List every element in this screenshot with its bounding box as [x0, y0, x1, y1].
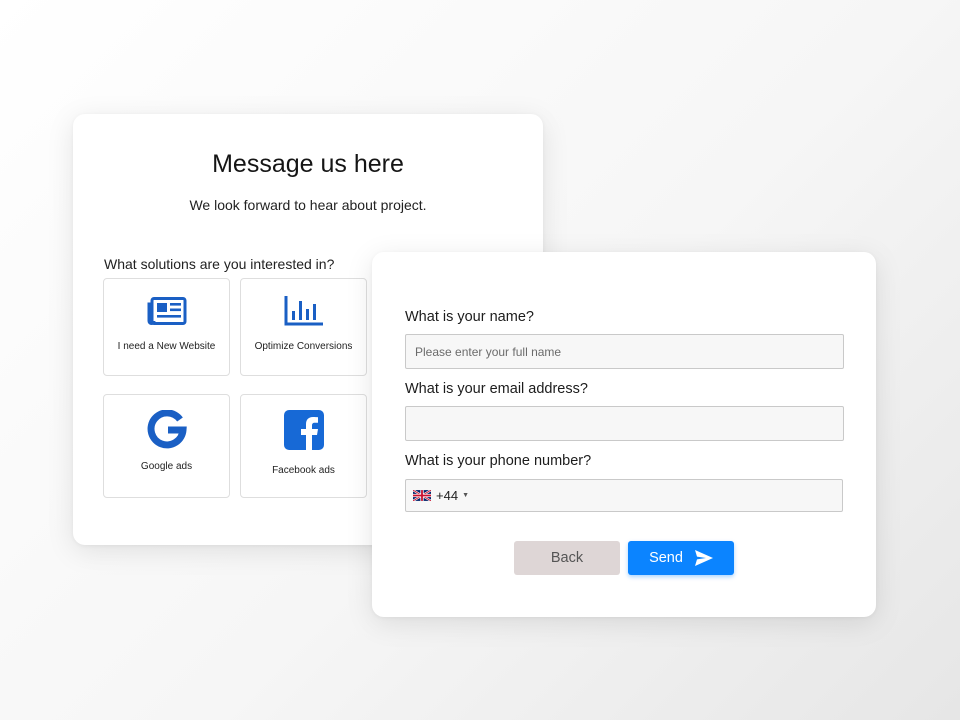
name-label: What is your name? [405, 309, 534, 325]
phone-field: +44 ▼ [405, 479, 843, 512]
phone-label: What is your phone number? [405, 453, 592, 469]
page-title: Message us here [212, 150, 404, 178]
phone-input[interactable] [469, 480, 842, 511]
send-button[interactable]: Send [628, 541, 734, 575]
solutions-question: What solutions are you interested in? [104, 256, 335, 272]
google-icon [147, 409, 187, 451]
caret-down-icon: ▼ [462, 492, 469, 499]
back-button[interactable]: Back [514, 541, 620, 575]
solution-tile-google-ads[interactable]: Google ads [103, 394, 230, 498]
solution-tile-facebook-ads[interactable]: Facebook ads [240, 394, 367, 498]
facebook-icon [283, 409, 324, 451]
paper-plane-icon [694, 550, 713, 566]
solution-label: Optimize Conversions [254, 341, 353, 352]
email-label: What is your email address? [405, 381, 588, 397]
solution-tile-new-website[interactable]: I need a New Website [103, 278, 230, 376]
name-input[interactable] [405, 334, 844, 369]
solution-label: Google ads [140, 461, 193, 472]
solution-tile-optimize-conversions[interactable]: Optimize Conversions [240, 278, 367, 376]
solution-label: I need a New Website [117, 341, 216, 352]
back-button-label: Back [550, 550, 584, 566]
newspaper-icon [147, 293, 187, 329]
send-button-label: Send [649, 550, 683, 566]
page-subtitle: We look forward to hear about project. [189, 197, 427, 213]
contact-form-card: What is your name? What is your email ad… [372, 252, 876, 617]
dial-code: +44 [436, 488, 459, 503]
uk-flag-icon [413, 490, 431, 501]
email-input[interactable] [405, 406, 844, 441]
country-code-select[interactable]: +44 ▼ [406, 480, 469, 511]
solution-label: Facebook ads [272, 465, 335, 476]
bar-chart-icon [284, 293, 324, 329]
